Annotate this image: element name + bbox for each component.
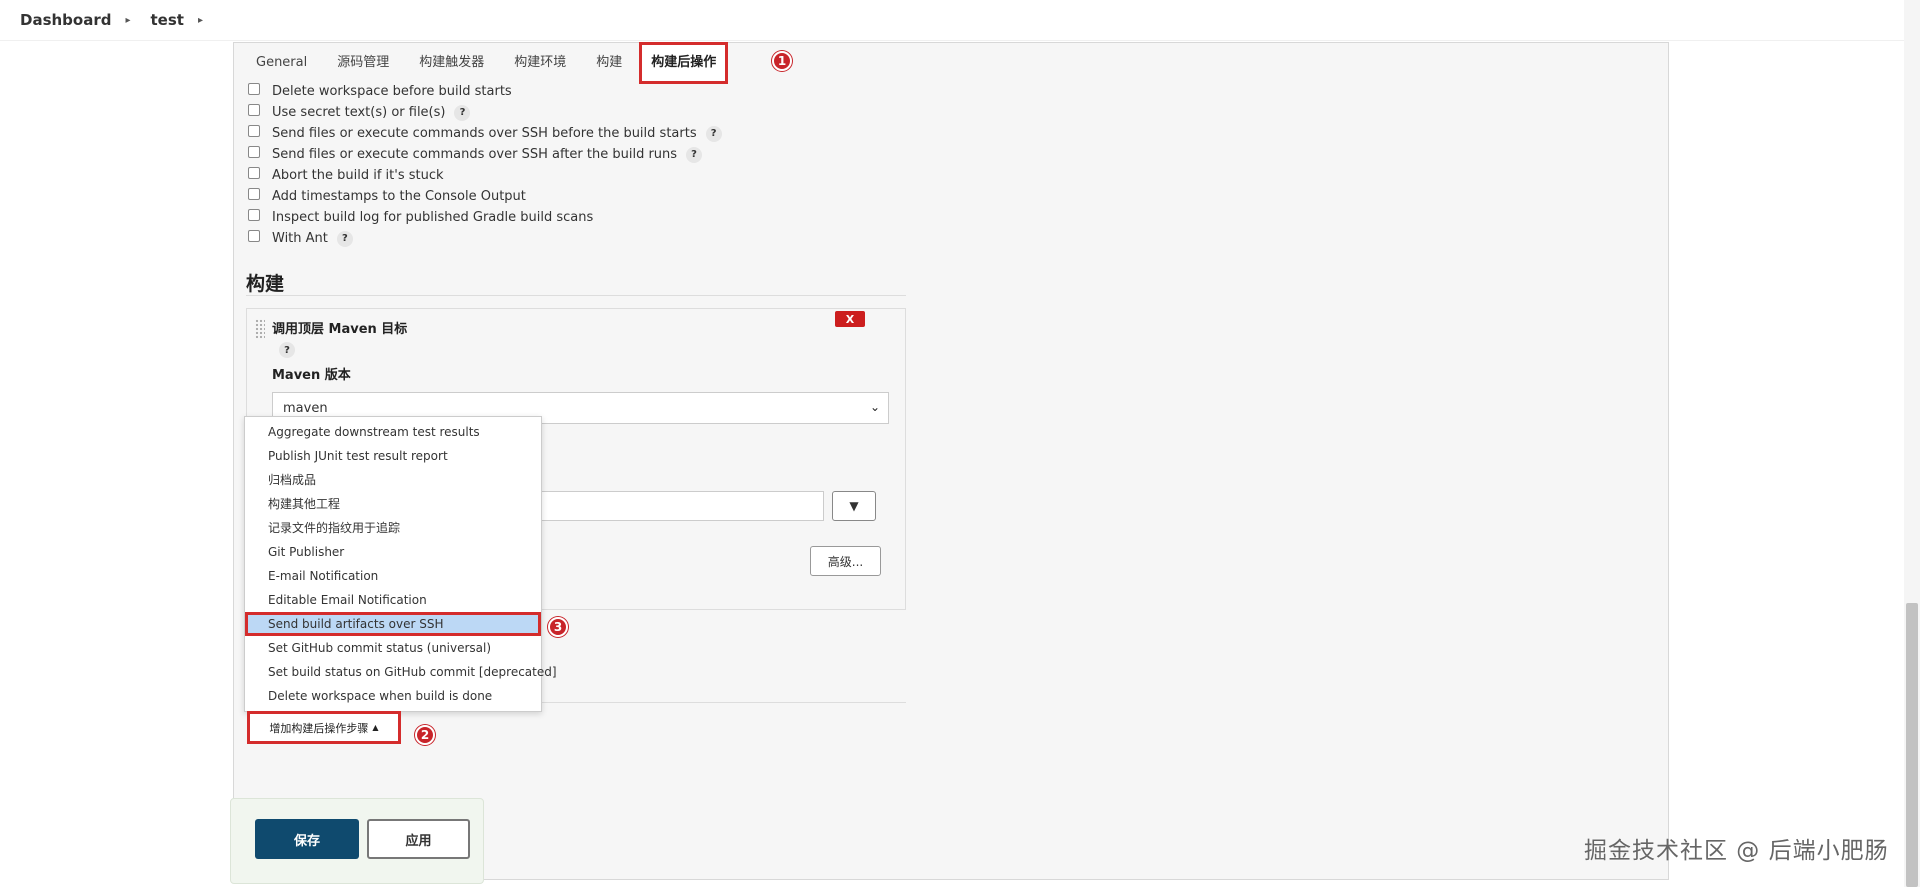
checkbox[interactable] xyxy=(248,145,260,158)
help-icon[interactable]: ? xyxy=(454,104,471,121)
checkbox[interactable] xyxy=(248,229,260,242)
checkbox[interactable] xyxy=(248,208,260,221)
tab-source-control[interactable]: 源码管理 xyxy=(337,43,389,83)
option-abort-stuck: Abort the build if it's stuck xyxy=(248,165,722,186)
advanced-button[interactable]: 高级... xyxy=(810,546,881,576)
menu-item[interactable]: Publish JUnit test result report xyxy=(245,444,541,468)
menu-item[interactable]: Delete workspace when build is done xyxy=(245,684,541,708)
help-icon[interactable]: ? xyxy=(686,146,703,163)
option-secret-text: Use secret text(s) or file(s) ? xyxy=(248,102,722,123)
breadcrumb-chevron-icon[interactable]: ▸ xyxy=(125,15,130,26)
option-label: Inspect build log for published Gradle b… xyxy=(272,210,594,225)
post-build-action-menu: Aggregate downstream test results Publis… xyxy=(244,416,557,712)
caret-up-icon: ▲ xyxy=(372,723,379,732)
breadcrumb-chevron-icon[interactable]: ▸ xyxy=(198,15,203,26)
option-ssh-before-build: Send files or execute commands over SSH … xyxy=(248,123,722,144)
option-label: Add timestamps to the Console Output xyxy=(272,189,526,204)
option-with-ant: With Ant ? xyxy=(248,228,722,249)
build-environment-options: Delete workspace before build starts Use… xyxy=(248,81,722,249)
breadcrumb-bar: Dashboard ▸ test ▸ xyxy=(0,0,1920,41)
option-label: Abort the build if it's stuck xyxy=(272,168,444,183)
section-divider xyxy=(246,295,906,296)
save-button[interactable]: 保存 xyxy=(255,819,359,859)
annotation-marker-3: 3 xyxy=(548,617,568,637)
add-step-label: 增加构建后操作步骤 xyxy=(269,721,369,735)
help-icon[interactable]: ? xyxy=(336,230,353,247)
build-step-title: 调用顶层 Maven 目标 xyxy=(272,322,408,337)
annotation-marker-2: 2 xyxy=(415,725,435,745)
checkbox[interactable] xyxy=(248,82,260,95)
maven-version-label: Maven 版本 xyxy=(272,368,351,383)
option-label: With Ant xyxy=(272,231,328,246)
menu-item[interactable]: 记录文件的指纹用于追踪 xyxy=(245,516,541,540)
tab-general[interactable]: General xyxy=(256,43,307,83)
option-delete-workspace: Delete workspace before build starts xyxy=(248,81,722,102)
checkbox[interactable] xyxy=(248,124,260,137)
tab-post-build-actions[interactable]: 构建后操作 xyxy=(639,42,729,84)
option-label: Send files or execute commands over SSH … xyxy=(272,126,697,141)
tab-build-environment[interactable]: 构建环境 xyxy=(514,43,566,83)
checkbox[interactable] xyxy=(248,103,260,116)
tab-build[interactable]: 构建 xyxy=(596,43,622,83)
option-add-timestamps: Add timestamps to the Console Output xyxy=(248,186,722,207)
add-post-build-step-button[interactable]: 增加构建后操作步骤 ▲ xyxy=(247,711,401,744)
tab-build-triggers[interactable]: 构建触发器 xyxy=(419,43,484,83)
help-icon[interactable]: ? xyxy=(279,342,295,358)
menu-item[interactable]: Git Publisher xyxy=(245,540,541,564)
annotation-marker-1: 1 xyxy=(772,51,792,71)
config-tabs: General 源码管理 构建触发器 构建环境 构建 构建后操作 xyxy=(234,42,1668,84)
checkbox[interactable] xyxy=(248,166,260,179)
option-label: Delete workspace before build starts xyxy=(272,84,512,99)
menu-item[interactable]: E-mail Notification xyxy=(245,564,541,588)
checkbox[interactable] xyxy=(248,187,260,200)
build-section-title: 构建 xyxy=(246,273,285,295)
menu-item[interactable]: Editable Email Notification xyxy=(245,588,541,612)
maven-version-value: maven xyxy=(283,401,328,416)
delete-step-button[interactable]: X xyxy=(835,311,865,327)
drag-handle-icon[interactable] xyxy=(255,319,265,339)
menu-item[interactable]: Set build status on GitHub commit [depre… xyxy=(245,660,557,684)
job-config-panel: General 源码管理 构建触发器 构建环境 构建 构建后操作 1 Delet… xyxy=(233,42,1669,880)
option-label: Use secret text(s) or file(s) xyxy=(272,105,446,120)
menu-item[interactable]: 归档成品 xyxy=(245,468,541,492)
breadcrumb-test[interactable]: test xyxy=(151,11,184,29)
option-label: Send files or execute commands over SSH … xyxy=(272,147,678,162)
apply-button[interactable]: 应用 xyxy=(367,819,470,859)
watermark: 掘金技术社区 @ 后端小肥肠 xyxy=(1584,838,1889,864)
menu-item[interactable]: Aggregate downstream test results xyxy=(245,420,541,444)
chevron-down-icon: ⌄ xyxy=(869,400,880,414)
help-icon[interactable]: ? xyxy=(705,125,722,142)
menu-item-send-artifacts-ssh[interactable]: Send build artifacts over SSH xyxy=(245,612,541,636)
scroll-thumb[interactable] xyxy=(1906,603,1918,887)
option-gradle-scans: Inspect build log for published Gradle b… xyxy=(248,207,722,228)
page-scrollbar[interactable] xyxy=(1904,0,1920,887)
expand-textarea-button[interactable]: ▼ xyxy=(832,491,876,521)
save-bar: 保存 应用 xyxy=(230,798,484,884)
menu-item[interactable]: Set GitHub commit status (universal) xyxy=(245,636,541,660)
menu-item[interactable]: 构建其他工程 xyxy=(245,492,541,516)
breadcrumb-dashboard[interactable]: Dashboard xyxy=(20,11,111,29)
option-ssh-after-build: Send files or execute commands over SSH … xyxy=(248,144,722,165)
